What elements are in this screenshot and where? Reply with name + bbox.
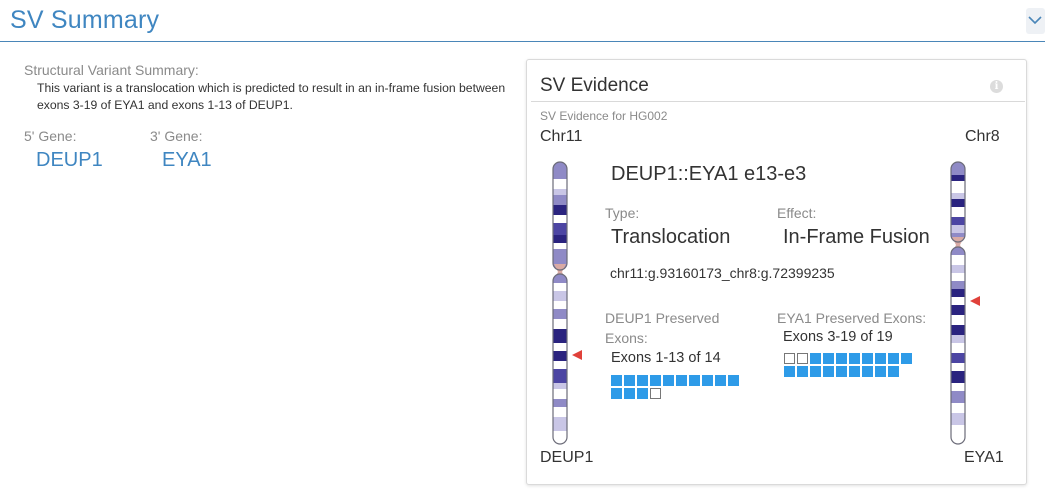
effect-label: Effect: [777,205,817,221]
five-prime-gene-value: DEUP1 [36,149,103,171]
info-icon[interactable]: i [990,80,1003,93]
exon-preserved [784,366,795,377]
chevron-down-icon [1028,16,1042,25]
right-exon-grid [784,353,912,377]
exon-preserved [875,366,886,377]
exon-preserved [611,375,622,386]
exon-preserved [823,353,834,364]
exon-preserved [862,353,873,364]
exon-preserved [823,366,834,377]
three-prime-gene-label: 3' Gene: [150,128,203,144]
chr8-ideogram [950,161,966,445]
right-breakpoint-marker-icon [970,296,980,306]
exon-preserved [689,375,700,386]
summary-label: Structural Variant Summary: [24,62,199,78]
exon-preserved [611,388,622,399]
exon-preserved [624,375,635,386]
exon-lost [797,353,808,364]
genomic-coordinates: chr11:g.93160173_chr8:g.72399235 [610,265,835,281]
exon-preserved [836,366,847,377]
exon-preserved [888,366,899,377]
exon-preserved [797,366,808,377]
left-exons-value: Exons 1-13 of 14 [611,350,721,366]
exon-preserved [810,366,821,377]
summary-text: This variant is a translocation which is… [37,81,506,112]
left-exons-label: DEUP1 Preserved Exons: [605,310,720,346]
left-gene-label: DEUP1 [540,449,594,466]
exon-preserved [728,375,739,386]
type-value: Translocation [611,226,731,248]
five-prime-gene: 5' Gene: DEUP1 [24,128,103,172]
exon-preserved [901,353,912,364]
exon-lost [650,388,661,399]
exon-preserved [637,375,648,386]
three-prime-gene-value: EYA1 [162,149,212,171]
exon-preserved [650,375,661,386]
exon-preserved [888,353,899,364]
chr11-ideogram [552,161,568,445]
fusion-name: DEUP1::EYA1 e13-e3 [611,163,807,185]
card-divider [531,101,1025,102]
exon-preserved [875,353,886,364]
exon-preserved [862,366,873,377]
right-exons-value: Exons 3-19 of 19 [783,329,893,345]
right-chromosome-label: Chr8 [965,128,1000,145]
five-prime-gene-label: 5' Gene: [24,128,77,144]
exon-lost [784,353,795,364]
exon-preserved [715,375,726,386]
card-subtitle: SV Evidence for HG002 [540,109,668,123]
right-exons-label: EYA1 Preserved Exons: [777,310,927,326]
left-exon-grid [611,375,739,399]
collapse-button[interactable] [1026,8,1045,34]
sv-evidence-card: SV Evidence i SV Evidence for HG002 Chr1… [526,59,1027,485]
page-title: SV Summary [10,6,160,34]
exon-preserved [624,388,635,399]
effect-value: In-Frame Fusion [783,226,930,248]
card-title: SV Evidence [540,75,649,96]
three-prime-gene: 3' Gene: EYA1 [150,128,212,172]
exon-preserved [702,375,713,386]
left-chromosome-label: Chr11 [540,128,583,145]
exon-preserved [676,375,687,386]
exon-preserved [663,375,674,386]
exon-preserved [836,353,847,364]
left-breakpoint-marker-icon [572,350,582,360]
exon-preserved [810,353,821,364]
section-header: SV Summary [0,0,1045,42]
exon-preserved [849,353,860,364]
exon-preserved [849,366,860,377]
exon-preserved [637,388,648,399]
type-label: Type: [605,205,640,221]
right-gene-label: EYA1 [964,449,1004,466]
